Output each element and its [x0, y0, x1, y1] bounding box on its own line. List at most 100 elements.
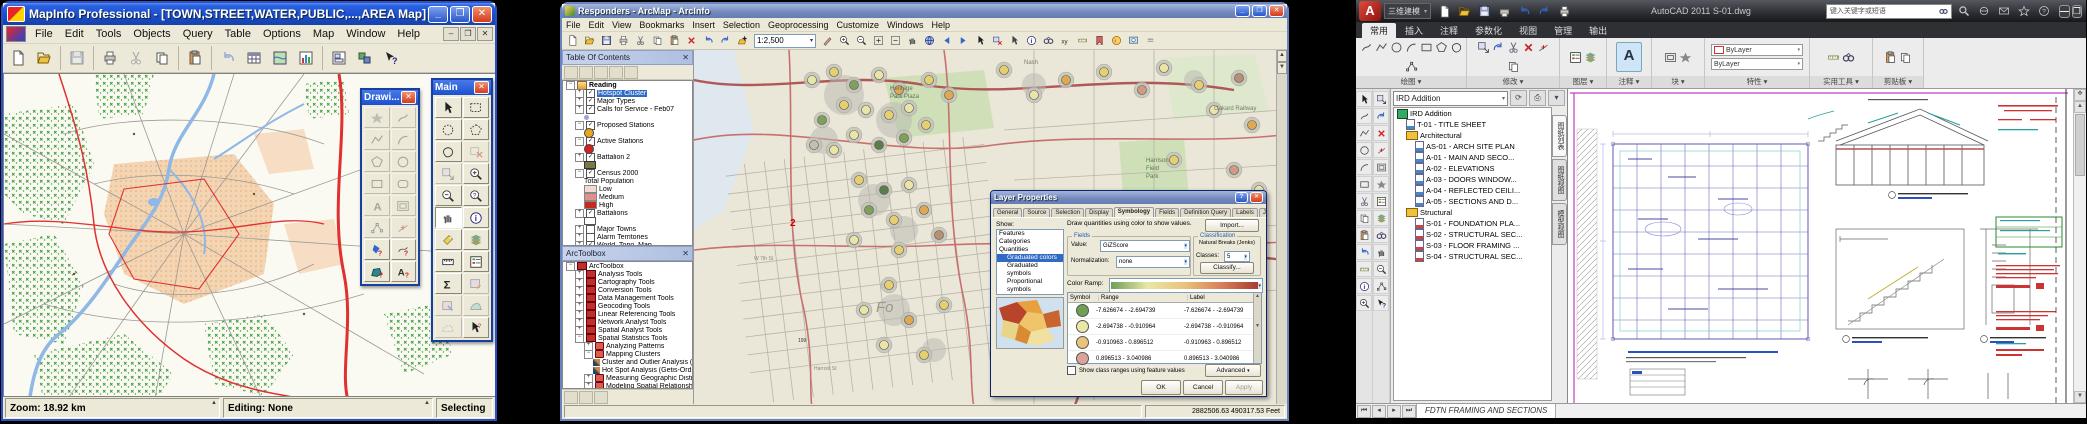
symbol-tool[interactable] [364, 107, 390, 128]
assign-district-tool[interactable] [435, 295, 462, 316]
col-symbol[interactable]: Symbol [1068, 295, 1099, 301]
tool-icon[interactable]: ? [1373, 295, 1389, 311]
menu-insert[interactable]: Insert [688, 20, 719, 30]
html-icon[interactable]: i [1108, 33, 1125, 49]
arc-icon[interactable] [1405, 41, 1418, 54]
status-editing[interactable]: Editing: None▲ [223, 398, 433, 418]
value-combo[interactable]: GiZScore▾ [1100, 240, 1190, 252]
reshape-tool[interactable] [364, 217, 390, 238]
first-layout-icon[interactable]: ⏮ [1357, 405, 1371, 418]
ellipse-icon[interactable] [1390, 41, 1403, 54]
polygon-tool[interactable] [364, 151, 390, 172]
tree-row[interactable]: AS-01 - ARCH SITE PLAN [1394, 141, 1551, 152]
advanced-button[interactable]: Advanced ▾ [1205, 364, 1261, 377]
tree-row[interactable]: S-03 - FLOOR FRAMING ... [1394, 240, 1551, 251]
menu-edit[interactable]: Edit [59, 27, 90, 41]
menu-help[interactable]: Help [928, 20, 955, 30]
tool-icon[interactable] [1373, 278, 1389, 294]
layer-control-icon[interactable] [1584, 51, 1597, 64]
line-tool[interactable] [391, 107, 417, 128]
arctoolbox-header[interactable]: ArcToolbox ✕ [562, 246, 693, 261]
select-tool[interactable] [435, 97, 462, 118]
add-node-icon[interactable] [1537, 41, 1550, 54]
show-item-features[interactable]: Features [997, 230, 1063, 238]
zoom-in-icon[interactable] [836, 33, 853, 49]
tool-icon[interactable] [1373, 142, 1389, 158]
tree-row[interactable]: Hot Spot Analysis (Getis-Ord Gi*) [563, 366, 692, 374]
redo-icon[interactable] [717, 33, 734, 49]
tree-row[interactable]: A-04 - REFLECTED CEILI... [1394, 185, 1551, 196]
tool-icon[interactable] [1373, 176, 1389, 192]
pan-tool[interactable] [435, 207, 462, 228]
show-list[interactable]: FeaturesCategoriesQuantitiesGraduated co… [996, 229, 1064, 295]
change-view-tool[interactable]: ? [463, 185, 490, 206]
new-grapher-icon[interactable] [293, 46, 319, 70]
col-label[interactable]: Label [1188, 295, 1261, 301]
class-row[interactable]: -2.694738 - -0.910964-2.694738 - -0.9109… [1068, 319, 1261, 335]
arc-tool[interactable] [391, 129, 417, 150]
new-mapper-icon[interactable] [267, 46, 293, 70]
tool-icon[interactable] [1373, 261, 1389, 277]
line-icon[interactable] [1360, 41, 1373, 54]
close-button[interactable]: ✕ [472, 6, 492, 23]
arcmap-titlebar[interactable]: Responders - ArcMap - ArcInfo _ ❐ ✕ [562, 4, 1287, 18]
tool-icon[interactable] [1373, 193, 1389, 209]
copy-icon[interactable] [149, 46, 175, 70]
fixed-in-icon[interactable] [870, 33, 887, 49]
close-icon[interactable]: ✕ [682, 249, 689, 258]
ribbon-tab[interactable]: 视图 [1511, 23, 1545, 38]
refresh-icon[interactable]: ⟳ [1510, 90, 1527, 106]
ribbon-tab[interactable]: 输出 [1581, 23, 1615, 38]
scroll-up-icon[interactable]: ▲ [2074, 101, 2086, 113]
tree-row[interactable]: +✓Calls for Service - Feb07 [563, 105, 692, 113]
autocad-drawing-canvas[interactable] [1568, 89, 2073, 403]
menu-window[interactable]: Window [340, 27, 391, 41]
help-icon[interactable]: ? [2035, 3, 2053, 20]
search-icon[interactable] [1955, 3, 1973, 20]
zoom-in-tool[interactable] [463, 163, 490, 184]
tool-icon[interactable] [1373, 159, 1389, 175]
frame-tool[interactable] [391, 195, 417, 216]
prev-layout-icon[interactable]: ◂ [1372, 405, 1386, 418]
tree-row[interactable]: T-01 - TITLE SHEET [1394, 119, 1551, 130]
frame-icon[interactable] [1664, 51, 1677, 64]
help-icon[interactable]: ? [378, 46, 404, 70]
panel-label[interactable]: 块 ▾ [1652, 76, 1704, 88]
map-vertical-scrollbar[interactable]: ▲ ▼ [1276, 50, 1287, 404]
zoom-out-icon[interactable] [853, 33, 870, 49]
status-zoom[interactable]: Zoom: 18.92 km▲ [5, 398, 220, 418]
ribbon-tab[interactable]: 管理 [1546, 23, 1580, 38]
info-icon[interactable]: i [1023, 33, 1040, 49]
ribbon-tab[interactable]: 插入 [1397, 23, 1431, 38]
show-item-graduated-colors[interactable]: Graduated colors [997, 254, 1063, 262]
polyline-icon[interactable] [1375, 41, 1388, 54]
mdi-close-icon[interactable]: ✕ [477, 27, 493, 41]
redo-icon[interactable] [1535, 3, 1553, 20]
list-by-visibility-icon[interactable] [594, 66, 608, 79]
bookmark-icon[interactable] [1091, 33, 1108, 49]
ok-button[interactable]: OK [1141, 380, 1181, 395]
tree-row[interactable]: S-04 - STRUCTURAL SEC... [1394, 251, 1551, 262]
polygon-select-tool[interactable] [463, 119, 490, 140]
show-item-charts[interactable]: Charts [997, 294, 1063, 295]
close-icon[interactable]: ✕ [401, 91, 416, 104]
minimize-button[interactable]: _ [428, 6, 448, 23]
scale-combo[interactable]: 1:2,500▾ [754, 34, 816, 48]
tab-display[interactable]: Display [1085, 208, 1113, 217]
undo-icon[interactable] [700, 33, 717, 49]
panel-label[interactable]: 注释 ▾ [1607, 76, 1651, 88]
autocad-titlebar[interactable]: A 三维建模▾ AutoCAD 2011 S-01.dwg 键入关键字或短语 ?… [1356, 0, 2086, 22]
menu-geoprocessing[interactable]: Geoprocessing [764, 20, 833, 30]
cut-icon[interactable] [1507, 41, 1520, 54]
copy-icon[interactable] [1507, 60, 1520, 73]
cut-icon[interactable] [1356, 193, 1372, 209]
set-target-district-tool[interactable] [463, 273, 490, 294]
new-browser-icon[interactable] [241, 46, 267, 70]
binoculars-icon[interactable] [1040, 33, 1057, 49]
tree-row[interactable]: −✓Census 2000 [563, 169, 692, 177]
new-icon[interactable] [5, 46, 31, 70]
paste-icon[interactable] [182, 46, 208, 70]
tree-row[interactable]: −✓Proposed Stations [563, 121, 692, 129]
tree-row[interactable]: S-02 - STRUCTURAL SEC... [1394, 229, 1551, 240]
tree-row[interactable]: +Modeling Spatial Relationships [563, 382, 692, 389]
